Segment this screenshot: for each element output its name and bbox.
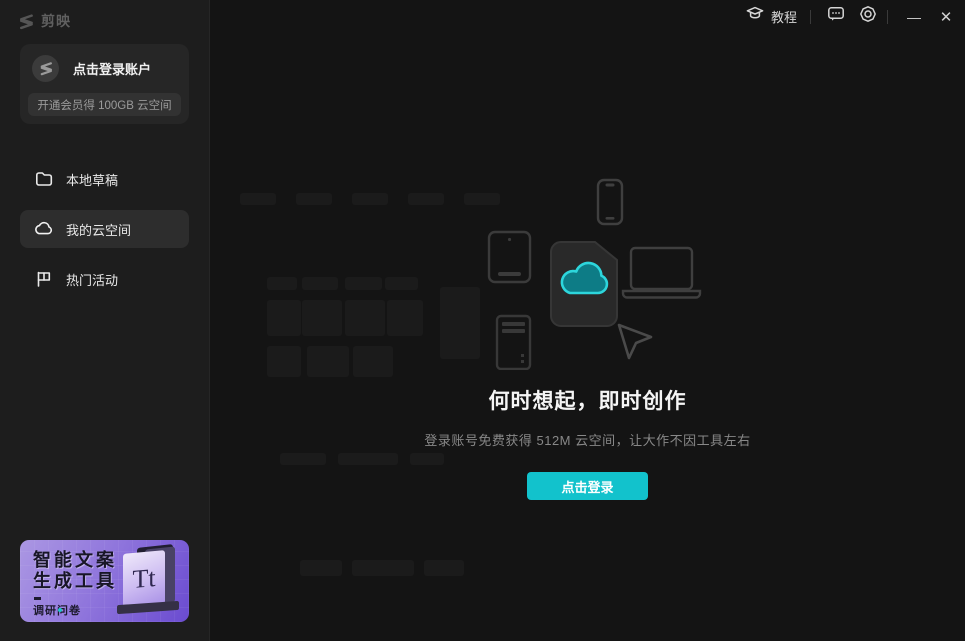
- cursor-icon: [619, 325, 651, 358]
- feedback-button[interactable]: [824, 5, 848, 29]
- laptop-icon: [623, 248, 700, 298]
- member-promo-pill[interactable]: 开通会员得 100GB 云空间: [28, 93, 181, 116]
- login-button[interactable]: 点击登录: [527, 472, 647, 500]
- hero-subheading: 登录账号免费获得 512M 云空间，让大作不因工具左右: [424, 430, 750, 449]
- sidebar-item-label: 我的云空间: [66, 220, 131, 239]
- app-logo-text: 剪映: [41, 11, 71, 31]
- main-area: 教程: [210, 0, 965, 641]
- promo-banner-smart-copywriting[interactable]: 智能文案 生成工具 调研问卷 Tt: [20, 540, 189, 622]
- settings-button[interactable]: [856, 5, 880, 29]
- sidebar-item-label: 热门活动: [66, 270, 118, 289]
- flag-icon: [35, 270, 53, 288]
- banner-book-graphic: Tt: [111, 544, 183, 618]
- sidebar-item-local-drafts[interactable]: 本地草稿: [20, 160, 189, 198]
- tablet-icon: [489, 232, 530, 282]
- sidebar-item-my-cloud-space[interactable]: 我的云空间: [20, 210, 189, 248]
- member-promo-text: 开通会员得 100GB 云空间: [37, 97, 171, 113]
- banner-title: 智能文案 生成工具: [33, 550, 117, 592]
- app-logo: 剪映: [0, 0, 209, 32]
- capcut-window: 剪映 点击登录账户 开通会员得 100GB 云空间: [0, 0, 965, 641]
- close-button[interactable]: ✕: [933, 4, 959, 30]
- capcut-logo-icon: [17, 13, 34, 30]
- tutorial-button[interactable]: 教程: [746, 5, 797, 28]
- folder-icon: [35, 170, 53, 188]
- sidebar-item-hot-activities[interactable]: 热门活动: [20, 260, 189, 298]
- banner-book-label: Tt: [132, 563, 155, 595]
- banner-subtitle: 调研问卷: [33, 602, 81, 618]
- banner-dash: [34, 597, 41, 600]
- sidebar-nav: 本地草稿 我的云空间 热门活动: [0, 160, 209, 310]
- empty-state: 何时想起，即时创作 登录账号免费获得 512M 云空间，让大作不因工具左右 点击…: [210, 178, 965, 500]
- cloud-devices-illustration: [473, 178, 703, 370]
- sidebar: 剪映 点击登录账户 开通会员得 100GB 云空间: [0, 0, 210, 641]
- gear-icon: [859, 5, 877, 28]
- titlebar-controls: 教程: [746, 0, 965, 33]
- titlebar-separator: [887, 10, 888, 24]
- hero-heading: 何时想起，即时创作: [489, 385, 687, 415]
- banner-teal-dot: [58, 608, 62, 612]
- cloud-icon: [35, 220, 53, 238]
- cloud-file-icon: [551, 242, 617, 326]
- graduation-cap-icon: [746, 5, 764, 28]
- minimize-button[interactable]: —: [901, 4, 927, 30]
- titlebar-separator: [810, 10, 811, 24]
- desktop-tower-icon: [497, 316, 530, 369]
- message-bubble-icon: [827, 5, 845, 28]
- login-card[interactable]: 点击登录账户 开通会员得 100GB 云空间: [20, 44, 189, 124]
- avatar[interactable]: [32, 55, 59, 82]
- login-card-title[interactable]: 点击登录账户: [73, 59, 151, 78]
- sidebar-item-label: 本地草稿: [66, 170, 118, 189]
- tutorial-label: 教程: [771, 7, 797, 26]
- phone-icon: [598, 180, 622, 224]
